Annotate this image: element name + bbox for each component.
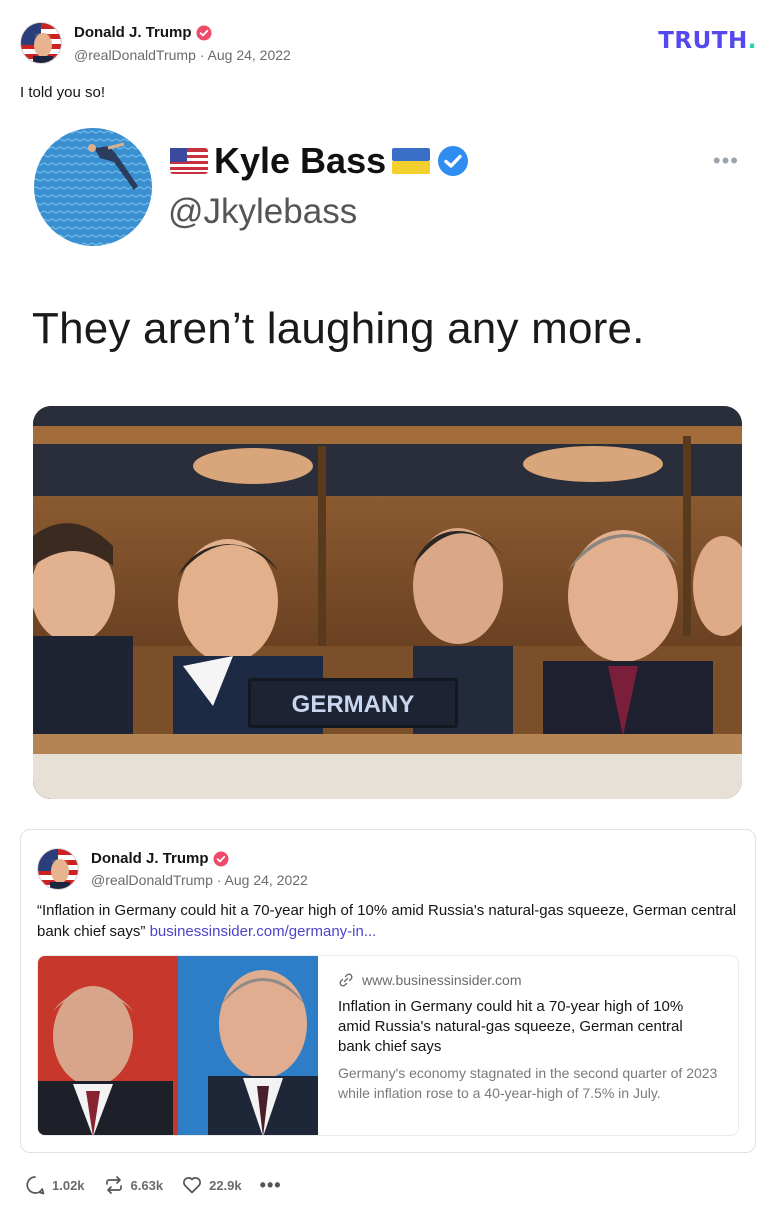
more-icon[interactable]: ••• <box>260 1175 282 1196</box>
quoted-author-name[interactable]: Donald J. Trump <box>91 850 229 867</box>
quoted-post-body: “Inflation in Germany could hit a 70-yea… <box>37 902 737 940</box>
un-assembly-photo: GERMANY <box>33 406 742 799</box>
action-bar: 1.02k 6.63k 22.9k ••• <box>24 1172 282 1198</box>
link-preview-image <box>38 956 318 1135</box>
reply-icon <box>26 1176 45 1195</box>
tweet-more-icon: ••• <box>712 148 739 173</box>
link-preview-domain-text: www.businessinsider.com <box>362 972 522 988</box>
quoted-post-link[interactable]: businessinsider.com/germany-in... <box>150 923 377 940</box>
quoted-post-text: “Inflation in Germany could hit a 70-yea… <box>37 900 742 942</box>
author-avatar[interactable] <box>20 22 62 64</box>
quoted-author-avatar[interactable] <box>37 848 79 890</box>
author-handle-date[interactable]: @realDonaldTrump · Aug 24, 2022 <box>74 47 291 63</box>
post-text: I told you so! <box>20 84 106 101</box>
reply-count: 1.02k <box>52 1177 85 1193</box>
link-icon <box>339 973 353 987</box>
retruth-count: 6.63k <box>130 1177 164 1193</box>
truth-logo-text: TRUTH <box>658 28 748 54</box>
link-preview-domain: www.businessinsider.com <box>338 972 718 988</box>
quoted-author-handle-date[interactable]: @realDonaldTrump · Aug 24, 2022 <box>91 872 308 888</box>
link-preview-body: www.businessinsider.com Inflation in Ger… <box>338 972 718 1103</box>
verified-badge-icon <box>438 146 469 176</box>
like-count: 22.9k <box>209 1177 242 1193</box>
post-image[interactable]: Kyle Bass @Jkylebass ••• They aren’t lau… <box>20 118 757 814</box>
quoted-post-card[interactable]: Donald J. Trump @realDonaldTrump · Aug 2… <box>20 829 756 1153</box>
quoted-author-name-text[interactable]: Donald J. Trump <box>91 850 209 867</box>
truth-logo-dot: . <box>747 28 757 54</box>
reply-button[interactable]: 1.02k <box>24 1174 85 1196</box>
link-preview-title: Inflation in Germany could hit a 70-year… <box>338 998 684 1055</box>
verified-badge-icon <box>213 851 229 866</box>
link-preview-description: Germany's economy stagnated in the secon… <box>338 1065 718 1101</box>
retruth-icon <box>105 1176 122 1194</box>
link-preview-card[interactable]: www.businessinsider.com Inflation in Ger… <box>37 955 739 1136</box>
verified-badge-icon <box>196 25 212 40</box>
kyle-bass-avatar <box>34 128 152 246</box>
kyle-bass-name: Kyle Bass <box>170 140 470 182</box>
like-button[interactable]: 22.9k <box>181 1174 242 1196</box>
truth-logo[interactable]: TRUTH. <box>658 28 757 54</box>
tweet-quote-text: They aren’t laughing any more. <box>32 304 645 353</box>
kyle-bass-name-text: Kyle Bass <box>214 140 387 181</box>
kyle-bass-handle: @Jkylebass <box>168 192 358 231</box>
germany-nameplate: GERMANY <box>292 691 415 718</box>
retruth-button[interactable]: 6.63k <box>103 1174 164 1196</box>
author-name-text[interactable]: Donald J. Trump <box>74 24 192 41</box>
author-name[interactable]: Donald J. Trump <box>74 24 212 41</box>
ukraine-flag-icon <box>392 148 431 174</box>
us-flag-icon <box>170 148 208 174</box>
heart-icon <box>183 1177 202 1194</box>
post-header: Donald J. Trump @realDonaldTrump · Aug 2… <box>20 22 757 66</box>
